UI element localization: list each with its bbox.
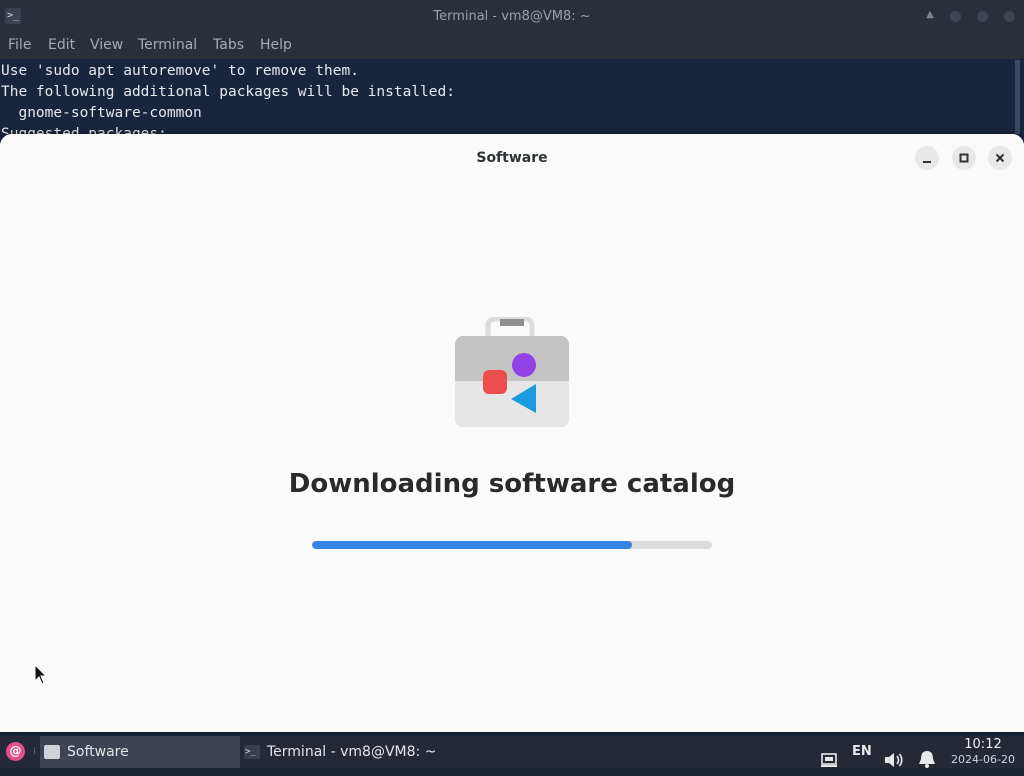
- terminal-minimize-button[interactable]: [950, 11, 961, 22]
- clock-time: 10:12: [964, 737, 1002, 752]
- menu-tabs[interactable]: Tabs: [213, 37, 244, 53]
- maximize-button[interactable]: [952, 146, 976, 170]
- terminal-titlebar[interactable]: >_ Terminal - vm8@VM8: ~ ▲: [0, 0, 1024, 33]
- terminal-app-icon: >_: [244, 745, 260, 759]
- menu-file[interactable]: File: [8, 37, 31, 53]
- minimize-icon: [923, 161, 931, 163]
- software-app-icon: [44, 745, 60, 759]
- debian-menu-icon[interactable]: @: [6, 742, 25, 761]
- terminal-line: The following additional packages will b…: [1, 84, 455, 100]
- terminal-shade-icon[interactable]: ▲: [924, 9, 936, 21]
- software-headerbar[interactable]: Software: [0, 134, 1024, 182]
- clock[interactable]: 10:12 2024-06-20: [946, 737, 1020, 767]
- taskbar-separator-icon: ⁞: [33, 746, 37, 757]
- minimize-button[interactable]: [915, 146, 939, 170]
- terminal-title: Terminal - vm8@VM8: ~: [433, 9, 591, 24]
- software-bag-icon: [455, 317, 569, 427]
- notification-bell-icon[interactable]: [917, 743, 937, 775]
- maximize-icon: [959, 153, 969, 163]
- taskbar-item-software[interactable]: Software: [40, 736, 240, 768]
- close-icon: [995, 153, 1005, 163]
- status-heading: Downloading software catalog: [288, 469, 736, 499]
- close-button[interactable]: [988, 146, 1012, 170]
- terminal-close-button[interactable]: [1004, 11, 1015, 22]
- software-window[interactable]: Software Downloading software catalog: [0, 134, 1024, 732]
- terminal-maximize-button[interactable]: [977, 11, 988, 22]
- menu-help[interactable]: Help: [260, 37, 292, 53]
- keyboard-layout-indicator[interactable]: EN: [852, 736, 872, 768]
- mouse-pointer-icon: [34, 664, 48, 685]
- menu-terminal[interactable]: Terminal: [138, 37, 197, 53]
- network-icon[interactable]: [820, 744, 838, 776]
- terminal-line: gnome-software-common: [1, 105, 202, 121]
- menu-view[interactable]: View: [90, 37, 123, 53]
- terminal-line: Use 'sudo apt autoremove' to remove them…: [1, 63, 359, 79]
- menu-edit[interactable]: Edit: [48, 37, 75, 53]
- progress-bar: [312, 541, 712, 549]
- clock-date: 2024-06-20: [951, 753, 1015, 766]
- taskbar-item-label: Software: [67, 744, 129, 760]
- terminal-output[interactable]: Use 'sudo apt autoremove' to remove them…: [0, 60, 1024, 134]
- software-title: Software: [476, 150, 548, 166]
- terminal-scrollbar[interactable]: [1015, 60, 1020, 134]
- taskbar-item-terminal[interactable]: >_ Terminal - vm8@VM8: ~: [240, 736, 440, 768]
- volume-icon[interactable]: [884, 744, 904, 776]
- taskbar-item-label: Terminal - vm8@VM8: ~: [267, 744, 437, 760]
- progress-fill: [312, 541, 632, 549]
- taskbar: @ ⁞ Software >_ Terminal - vm8@VM8: ~ EN…: [0, 736, 1024, 768]
- terminal-line: Suggested packages:: [1, 126, 167, 134]
- terminal-menubar: File Edit View Terminal Tabs Help: [0, 33, 1024, 59]
